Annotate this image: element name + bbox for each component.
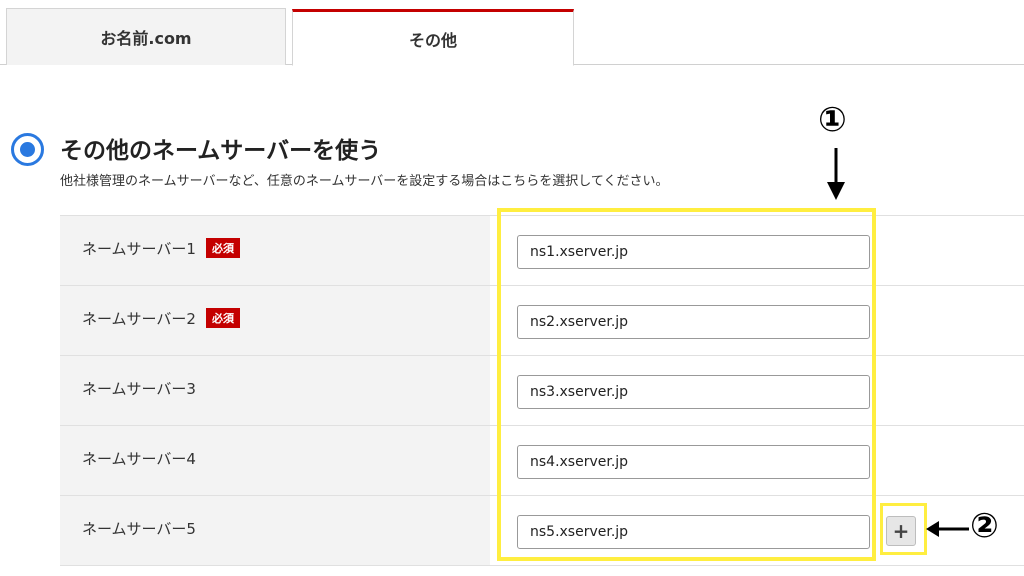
- nameserver-3-label: ネームサーバー3: [82, 380, 196, 398]
- nameserver-4-label: ネームサーバー4: [82, 450, 196, 468]
- left-arrow-icon: [926, 521, 969, 537]
- required-badge: 必須: [205, 238, 240, 258]
- nameserver-5-label: ネームサーバー5: [82, 520, 196, 538]
- option-description: 他社様管理のネームサーバーなど、任意のネームサーバーを設定する場合はこちらを選択…: [60, 174, 669, 189]
- annotation-marker-2: ②: [970, 506, 999, 546]
- highlight-box-add-button: [880, 503, 927, 555]
- nameserver-2-label: ネームサーバー2: [82, 310, 196, 328]
- tab-other[interactable]: その他: [292, 9, 574, 66]
- nameserver-1-label: ネームサーバー1: [82, 240, 196, 258]
- other-nameserver-radio[interactable]: [11, 133, 44, 166]
- tab-onamae-label: お名前.com: [100, 29, 192, 48]
- required-badge: 必須: [205, 308, 240, 328]
- tab-bar: お名前.com その他: [0, 0, 1024, 66]
- table-bottom-border: [60, 565, 1024, 566]
- option-title: その他のネームサーバーを使う: [60, 138, 382, 164]
- annotation-marker-1: ①: [818, 100, 847, 140]
- down-arrow-icon: [827, 148, 845, 200]
- highlight-box-inputs: [497, 208, 876, 561]
- tab-onamae[interactable]: お名前.com: [6, 8, 286, 65]
- tab-other-label: その他: [408, 30, 457, 50]
